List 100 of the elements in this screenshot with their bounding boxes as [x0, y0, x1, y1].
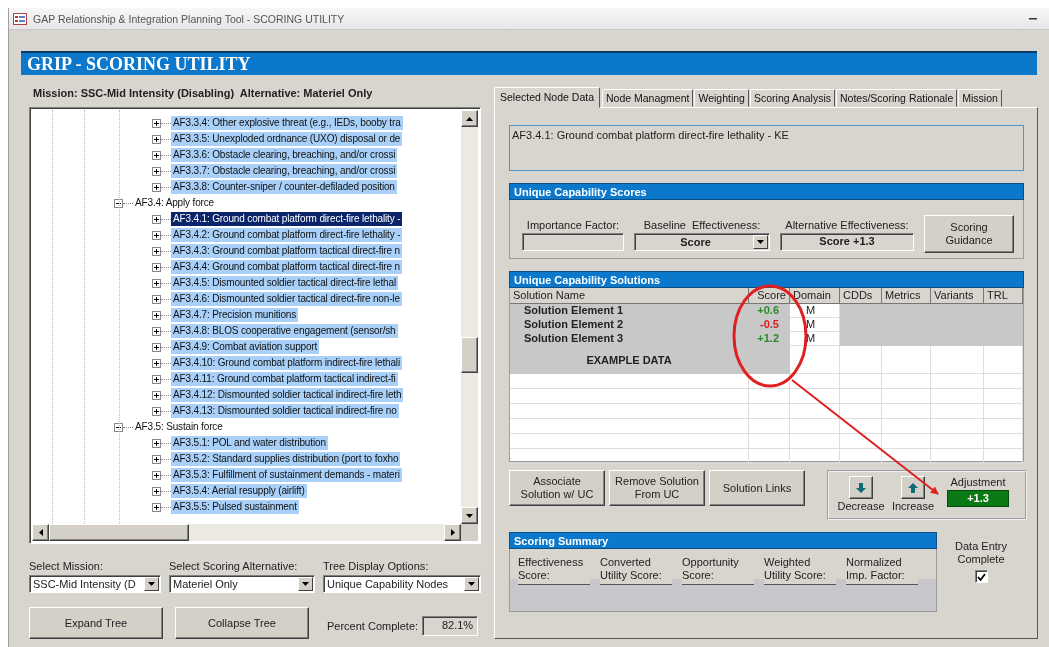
table-cell — [882, 449, 931, 464]
tree-item[interactable]: AF3.4.10: Ground combat platform indirect-fire lethali — [171, 356, 402, 370]
tree-item[interactable]: AF3.5.5: Pulsed sustainment — [171, 500, 299, 514]
expand-icon[interactable] — [152, 182, 161, 192]
expand-icon[interactable] — [152, 278, 161, 288]
scroll-thumb[interactable] — [461, 337, 478, 373]
table-cell — [931, 404, 984, 419]
tree-item[interactable]: AF3.3.5: Unexploded ordnance (UXO) disposal or de — [171, 132, 403, 146]
expand-icon[interactable] — [152, 230, 161, 240]
expand-icon[interactable] — [152, 262, 161, 272]
expand-icon[interactable] — [152, 390, 161, 400]
tree-item[interactable]: AF3.5.3: Fulfillment of sustainment demands - materi — [171, 468, 402, 482]
scroll-left-button[interactable] — [32, 524, 49, 541]
remove-button[interactable]: Remove Solution From UC — [609, 470, 705, 506]
dropdown[interactable]: Unique Capability Nodes — [323, 575, 481, 593]
section-header: Scoring Summary — [509, 532, 937, 549]
scroll-down-button[interactable] — [461, 507, 478, 524]
expand-icon[interactable] — [152, 246, 161, 256]
tree-item[interactable]: AF3.4.9: Combat aviation support — [171, 340, 320, 354]
tree-item[interactable]: AF3.5.4: Aerial resupply (airlift) — [171, 484, 307, 498]
expand-icon[interactable] — [152, 118, 161, 128]
tree-item[interactable]: AF3.4: Apply force — [133, 196, 216, 210]
increase-button[interactable] — [901, 476, 925, 499]
table-cell — [790, 404, 840, 419]
expand-tree-button[interactable]: Expand Tree — [29, 607, 163, 639]
tree-item[interactable]: AF3.4.8: BLOS cooperative engagement (sensor/sh — [171, 324, 398, 338]
dropdown-button[interactable] — [144, 577, 159, 591]
decrease-button[interactable] — [849, 476, 873, 499]
tree-item[interactable]: AF3.4.4: Ground combat platform tactical direct-fire n — [171, 260, 402, 274]
expand-icon[interactable] — [152, 438, 161, 448]
tree-item[interactable]: AF3.4.1: Ground combat platform direct-fire lethality - — [171, 212, 403, 226]
tree-item[interactable]: AF3.5.1: POL and water distribution — [171, 436, 328, 450]
dropdown[interactable]: Materiel Only — [169, 575, 315, 593]
expand-icon[interactable] — [152, 166, 161, 176]
checkbox[interactable] — [974, 570, 988, 583]
scroll-thumb[interactable] — [49, 524, 189, 541]
tree-item[interactable]: AF3.3.7: Obstacle clearing, breaching, and/or crossi — [171, 164, 398, 178]
expand-icon[interactable] — [152, 502, 161, 512]
tree-item[interactable]: AF3.5.2: Standard supplies distribution (port to foxho — [171, 452, 401, 466]
checkbox-label: Data Entry Complete — [954, 540, 1008, 566]
expand-icon[interactable] — [152, 374, 161, 384]
dropdown-button[interactable] — [464, 577, 479, 591]
tree-item[interactable]: AF3.4.3: Ground combat platform tactical direct-fire n — [171, 244, 402, 258]
tree-item[interactable]: AF3.4.7: Precision munitions — [171, 308, 299, 322]
tree-item[interactable]: AF3.4.6: Dismounted soldier tactical direct-fire non-le — [171, 292, 402, 306]
tree-item[interactable]: AF3.3.6: Obstacle clearing, breaching, and/or crossi — [171, 148, 398, 162]
tree-item[interactable]: AF3.3.4: Other explosive threat (e.g., IEDs, booby tra — [171, 116, 403, 130]
collapse-tree-button[interactable]: Collapse Tree — [175, 607, 309, 639]
dropdown-button[interactable] — [298, 577, 313, 591]
adjustment-value: +1.3 — [947, 490, 1009, 507]
expand-icon[interactable] — [152, 134, 161, 144]
tab[interactable]: Node Managment — [602, 89, 694, 107]
table-cell — [882, 346, 931, 374]
associate-button[interactable]: Associate Solution w/ UC — [509, 470, 605, 506]
tree-item[interactable]: AF3.4.2: Ground combat platform direct-fire lethality - — [171, 228, 403, 242]
dropdown-value: Score — [679, 236, 712, 248]
tab[interactable]: Weighting — [694, 89, 749, 107]
scroll-right-button[interactable] — [444, 524, 461, 541]
collapse-icon[interactable] — [114, 422, 123, 432]
tab[interactable]: Scoring Analysis — [749, 89, 835, 107]
section-header: Unique Capability Solutions — [509, 271, 1024, 288]
links-button[interactable]: Solution Links — [709, 470, 805, 506]
expand-icon[interactable] — [152, 342, 161, 352]
tree-item[interactable]: AF3.4.12: Dismounted soldier tactical indirect-fire leth — [171, 388, 404, 402]
expand-icon[interactable] — [152, 150, 161, 160]
expand-icon[interactable] — [152, 214, 161, 224]
tab[interactable]: Mission — [958, 89, 1002, 107]
collapse-icon[interactable] — [114, 198, 123, 208]
table-cell — [790, 449, 840, 464]
button-label: Increase — [891, 500, 935, 512]
input-field[interactable] — [522, 233, 624, 251]
expand-icon[interactable] — [152, 470, 161, 480]
expand-icon[interactable] — [152, 358, 161, 368]
table-cell — [882, 434, 931, 449]
context-label: Mission: SSC-Mid Intensity (Disabling) Alternative: Materiel Only — [32, 87, 374, 101]
expand-icon[interactable] — [152, 486, 161, 496]
dropdown[interactable]: Score — [634, 233, 770, 251]
tree-item[interactable]: AF3.4.13: Dismounted soldier tactical indirect-fire no — [171, 404, 399, 418]
table-cell — [882, 419, 931, 434]
expand-icon[interactable] — [152, 406, 161, 416]
scroll-up-button[interactable] — [461, 110, 478, 127]
expand-icon[interactable] — [152, 454, 161, 464]
dropdown-button[interactable] — [753, 235, 768, 249]
tree-item[interactable]: AF3.5: Sustain force — [133, 420, 225, 434]
description-field[interactable]: AF3.4.1: Ground combat platform direct-fire lethality - KE — [509, 125, 1024, 171]
tree-item[interactable]: AF3.3.8: Counter-sniper / counter-defiladed position — [171, 180, 397, 194]
expand-icon[interactable] — [152, 326, 161, 336]
dropdown[interactable]: SSC-Mid Intensity (D — [29, 575, 161, 593]
table-cell — [931, 419, 984, 434]
table-cell — [749, 434, 790, 449]
tab[interactable]: Selected Node Data — [494, 87, 600, 108]
tree-view[interactable] — [29, 107, 481, 544]
table-cell — [931, 374, 984, 389]
tab[interactable]: Notes/Scoring Rationale — [836, 89, 958, 107]
expand-icon[interactable] — [152, 294, 161, 304]
tree-item[interactable]: AF3.4.5: Dismounted soldier tactical direct-fire lethal — [171, 276, 398, 290]
scoring-guidance-button[interactable]: Scoring Guidance — [924, 215, 1014, 253]
tree-item[interactable]: AF3.4.11: Ground combat platform tactical indirect-fi — [171, 372, 398, 386]
expand-icon[interactable] — [152, 310, 161, 320]
table-cell: Solution Element 3 — [510, 332, 749, 346]
